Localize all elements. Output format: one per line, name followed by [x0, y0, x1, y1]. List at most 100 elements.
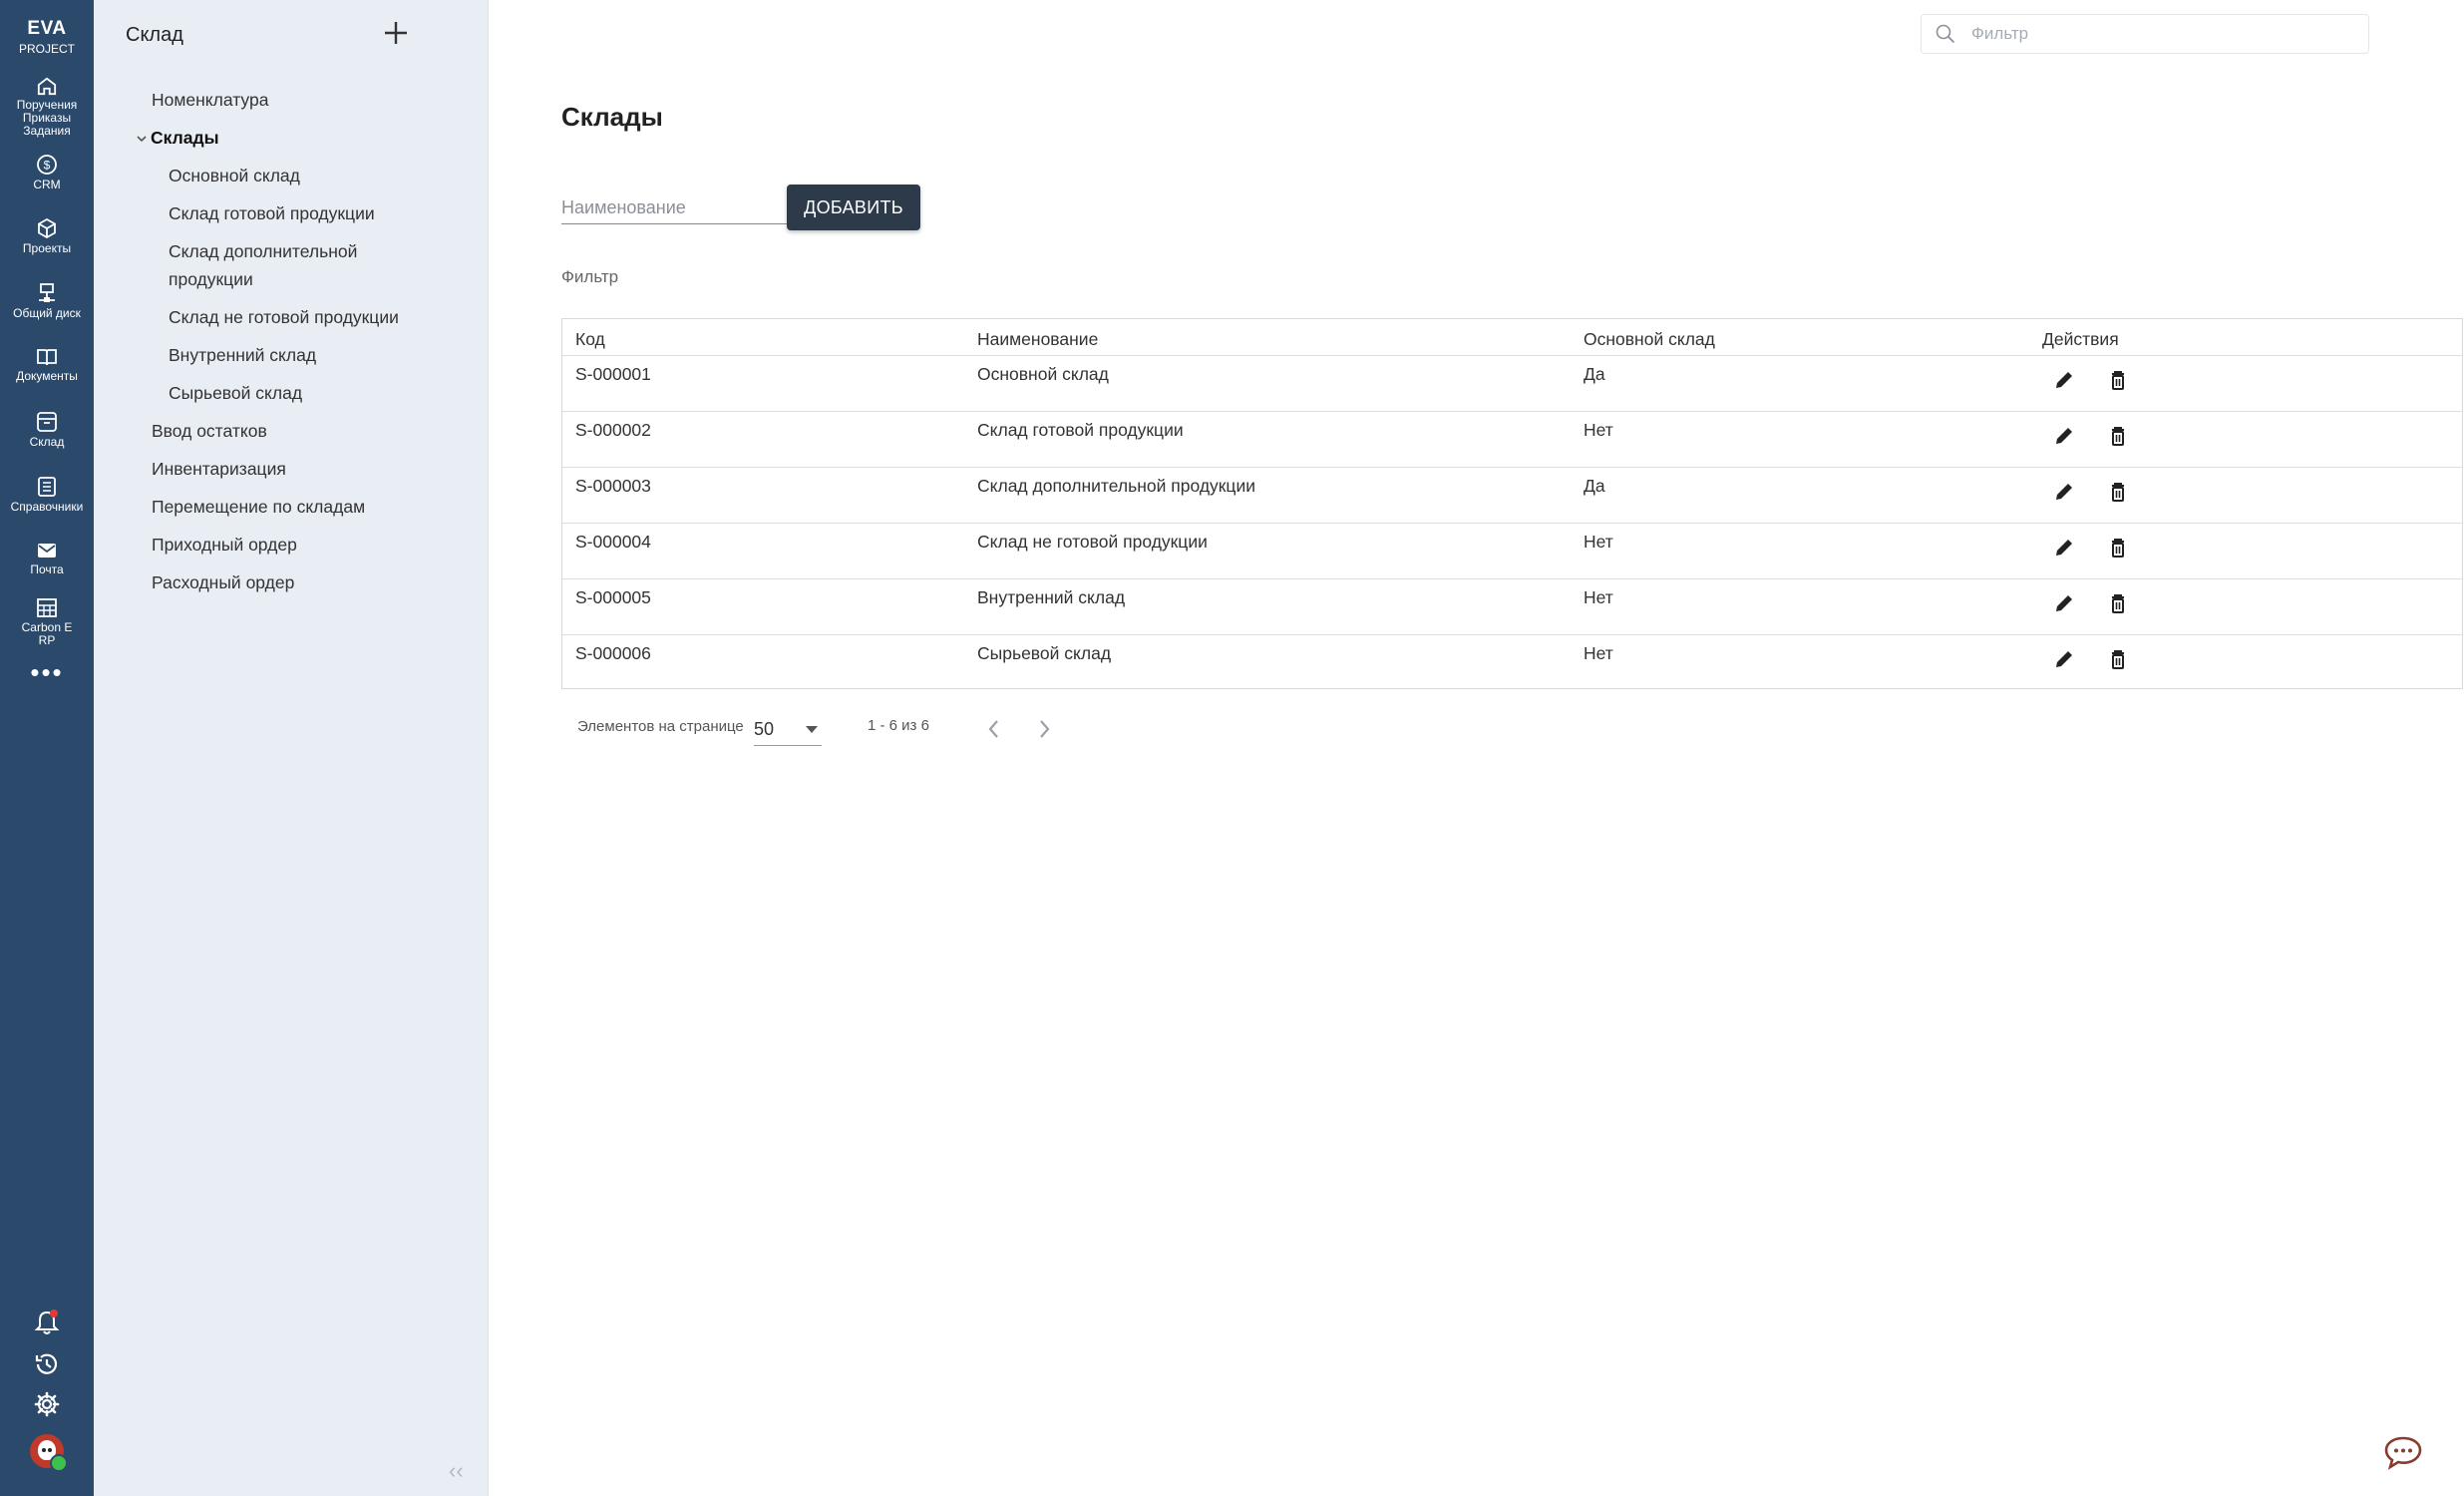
- edit-icon[interactable]: [2050, 422, 2078, 450]
- sidebar-item-receipt-order[interactable]: Приходный ордер: [152, 531, 297, 559]
- history-icon: [35, 1353, 58, 1374]
- bell-icon: [34, 1309, 60, 1334]
- cube-icon: [38, 217, 56, 239]
- cell-main: Нет: [1584, 643, 1613, 663]
- svg-text:$: $: [44, 159, 51, 173]
- column-header-name[interactable]: Наименование: [977, 329, 1098, 350]
- edit-icon[interactable]: [2050, 366, 2078, 394]
- delete-icon[interactable]: [2104, 645, 2132, 673]
- per-page-label: Элементов на странице: [577, 718, 744, 735]
- rail-item-shared-drive[interactable]: Общий диск: [0, 282, 94, 320]
- table-row[interactable]: S-000004 Склад не готовой продукции Нет: [562, 523, 2462, 579]
- rail-item-projects[interactable]: Проекты: [0, 217, 94, 255]
- delete-icon[interactable]: [2104, 534, 2132, 561]
- delete-icon[interactable]: [2104, 422, 2132, 450]
- sidebar-item-expense-order[interactable]: Расходный ордер: [152, 568, 294, 596]
- search-icon: [1936, 24, 1955, 44]
- chevron-down-icon[interactable]: [136, 133, 148, 145]
- book-icon: [37, 349, 57, 366]
- edit-icon[interactable]: [2050, 478, 2078, 506]
- history-button[interactable]: [0, 1350, 94, 1383]
- cell-main: Нет: [1584, 587, 1613, 607]
- delete-icon[interactable]: [2104, 589, 2132, 617]
- section-sidebar: Склад Номенклатура Склады Основной склад…: [94, 0, 489, 1496]
- cell-name: Сырьевой склад: [977, 643, 1112, 663]
- more-icon[interactable]: •••: [0, 659, 94, 685]
- rail-label: Carbon E RP: [21, 620, 73, 647]
- notifications-button[interactable]: [0, 1309, 94, 1341]
- per-page-value: 50: [754, 719, 775, 739]
- cell-code: S-000006: [575, 643, 651, 663]
- user-avatar[interactable]: [0, 1434, 94, 1472]
- sidebar-item-finished-goods[interactable]: Склад готовой продукции: [169, 199, 375, 227]
- cell-name: Склад готовой продукции: [977, 420, 1184, 440]
- cell-code: S-000004: [575, 532, 651, 552]
- sidebar-item-internal-warehouse[interactable]: Внутренний склад: [169, 341, 316, 369]
- rail-item-carbon-erp[interactable]: Carbon E RP: [0, 596, 94, 647]
- rail-item-references[interactable]: Справочники: [0, 476, 94, 514]
- brand-line2: PROJECT: [18, 42, 75, 56]
- rail-label: Справочники: [10, 500, 84, 514]
- cell-main: Нет: [1584, 532, 1613, 552]
- delete-icon[interactable]: [2104, 478, 2132, 506]
- chat-icon[interactable]: [2383, 1434, 2423, 1470]
- sidebar-item-balance-entry[interactable]: Ввод остатков: [152, 417, 267, 445]
- collapse-sidebar-icon[interactable]: ‹‹: [449, 1458, 464, 1484]
- table-row[interactable]: S-000002 Склад готовой продукции Нет: [562, 411, 2462, 468]
- building-icon: [37, 598, 57, 617]
- plus-icon[interactable]: [381, 18, 411, 48]
- filter-label[interactable]: Фильтр: [561, 267, 618, 287]
- rail-label: Документы: [16, 369, 78, 383]
- cell-name: Основной склад: [977, 364, 1109, 384]
- dropdown-arrow-icon: [806, 726, 818, 733]
- app-rail: EVA PROJECT Поручения Приказы Задания $ …: [0, 0, 94, 1496]
- rail-label: CRM: [33, 178, 61, 191]
- sidebar-item-unfinished-goods[interactable]: Склад не готовой продукции: [169, 303, 399, 331]
- reference-book-icon: [38, 477, 56, 497]
- per-page-select[interactable]: 50: [754, 711, 822, 746]
- sidebar-item-transfer[interactable]: Перемещение по складам: [152, 493, 365, 521]
- column-header-main[interactable]: Основной склад: [1584, 329, 1715, 350]
- search-input[interactable]: [1969, 21, 2352, 47]
- next-page-icon[interactable]: [1033, 716, 1055, 742]
- sidebar-item-additional-goods[interactable]: Склад дополнительной продукции: [169, 237, 398, 293]
- sidebar-item-nomenclature[interactable]: Номенклатура: [152, 86, 268, 114]
- warehouse-icon: [37, 412, 57, 432]
- add-button[interactable]: ДОБАВИТЬ: [787, 185, 920, 230]
- settings-button[interactable]: [0, 1390, 94, 1423]
- prev-page-icon[interactable]: [983, 716, 1005, 742]
- sidebar-item-inventory[interactable]: Инвентаризация: [152, 455, 286, 483]
- dollar-icon: $: [37, 155, 57, 175]
- rail-item-warehouse[interactable]: Склад: [0, 411, 94, 449]
- sidebar-item-raw-warehouse[interactable]: Сырьевой склад: [169, 379, 302, 407]
- table-row[interactable]: S-000001 Основной склад Да: [562, 355, 2462, 412]
- page-title: Склады: [561, 102, 663, 132]
- sidebar-item-main-warehouse[interactable]: Основной склад: [169, 162, 300, 189]
- name-input[interactable]: [561, 191, 787, 224]
- column-header-code[interactable]: Код: [575, 329, 605, 350]
- avatar: [30, 1434, 68, 1472]
- edit-icon[interactable]: [2050, 645, 2078, 673]
- delete-icon[interactable]: [2104, 366, 2132, 394]
- table-row[interactable]: S-000003 Склад дополнительной продукции …: [562, 467, 2462, 524]
- rail-item-mail[interactable]: Почта: [0, 541, 94, 576]
- rail-label: Поручения Приказы Задания: [16, 98, 78, 138]
- column-header-actions: Действия: [2042, 329, 2119, 349]
- edit-icon[interactable]: [2050, 534, 2078, 561]
- sidebar-item-warehouses[interactable]: Склады: [151, 124, 219, 152]
- search-box[interactable]: [1921, 14, 2369, 54]
- rail-item-tasks[interactable]: Поручения Приказы Задания: [0, 76, 94, 138]
- rail-item-documents[interactable]: Документы: [0, 347, 94, 383]
- rail-label: Общий диск: [13, 306, 81, 320]
- rail-item-crm[interactable]: $ CRM: [0, 154, 94, 191]
- home-icon: [37, 77, 57, 96]
- cell-code: S-000002: [575, 420, 651, 440]
- rail-label: Почта: [30, 562, 64, 576]
- table-row[interactable]: S-000005 Внутренний склад Нет: [562, 578, 2462, 635]
- edit-icon[interactable]: [2050, 589, 2078, 617]
- table-row[interactable]: S-000006 Сырьевой склад Нет: [562, 634, 2462, 691]
- sidebar-title: Склад: [126, 24, 183, 46]
- warehouses-table: Код Наименование Основной склад Действия…: [561, 318, 2463, 689]
- app-logo[interactable]: EVA PROJECT: [0, 18, 94, 56]
- cell-name: Склад не готовой продукции: [977, 532, 1208, 552]
